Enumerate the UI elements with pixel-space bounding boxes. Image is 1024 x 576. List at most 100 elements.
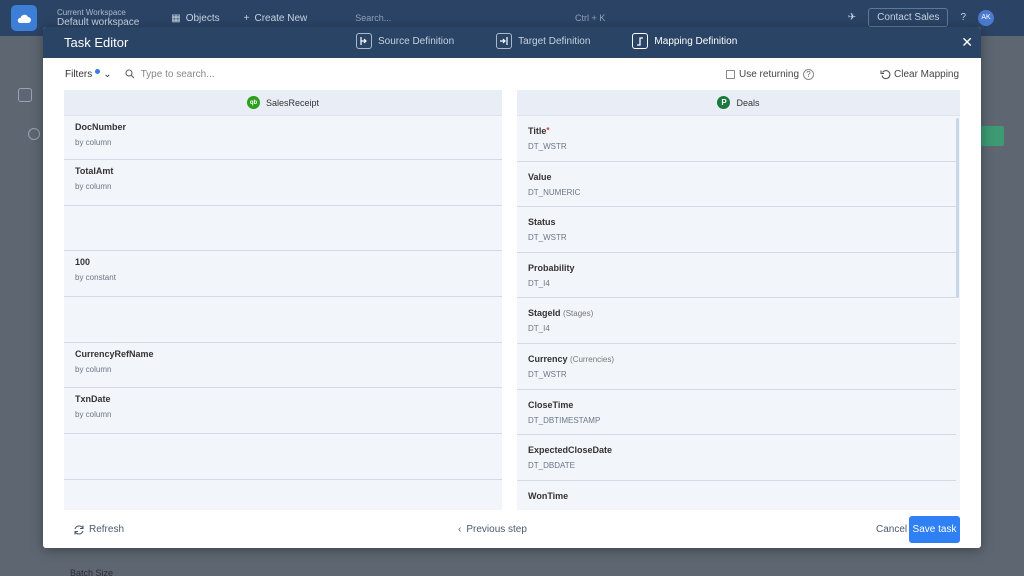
step-source-definition[interactable]: Source Definition [356,33,454,49]
target-row-name: Currency (Currencies) [528,353,615,364]
source-row[interactable]: DocNumber by column [64,116,502,160]
target-panel-title: Deals [736,97,760,108]
search-input[interactable]: Type to search... [141,69,215,80]
wizard-steps: Source Definition Target Definition Mapp… [356,33,737,49]
app-nav: ▦ Objects + Create New [171,13,307,24]
rocket-icon[interactable]: ✈ [848,12,856,23]
target-row-name: Title* [528,126,550,136]
source-row[interactable] [64,297,502,343]
source-row-name: TotalAmt [75,166,114,176]
refresh-button[interactable]: Refresh [73,524,124,536]
target-row-name: WonTime [528,490,569,501]
target-row-ref: (Currencies) [570,354,615,364]
refresh-label: Refresh [89,524,125,535]
source-row-desc: by column [75,410,112,420]
save-task-button[interactable]: Save task [909,516,960,543]
contact-sales-button[interactable]: Contact Sales [868,8,949,27]
cancel-button[interactable]: Cancel [876,524,907,535]
source-row[interactable]: CurrencyRefName by column [64,343,502,389]
filters-dropdown[interactable]: Filters ⌄ [65,68,112,80]
target-row[interactable]: WonTime [517,481,956,510]
target-row[interactable]: Currency (Currencies) DT_WSTR [517,344,956,390]
app-search-shortcut: Ctrl + K [575,13,606,23]
source-panel-title: SalesReceipt [265,97,320,108]
task-editor-modal: Task Editor Source Definition Target Def… [43,27,981,548]
target-row[interactable]: Probability DT_I4 [517,253,956,299]
undo-icon [880,69,891,79]
nav-create-new[interactable]: + Create New [244,13,308,24]
target-row-type: DT_DBDATE [528,461,575,471]
chevron-down-icon: ⌄ [103,68,112,80]
use-returning-label: Use returning [739,68,800,80]
app-logo[interactable] [11,5,37,31]
grid-icon: ▦ [171,12,181,24]
use-returning-checkbox[interactable] [726,69,735,79]
app-action-button[interactable] [980,126,1004,146]
target-row[interactable]: Title* DT_WSTR [517,116,956,162]
app-search[interactable]: Search... Ctrl + K [355,13,605,23]
target-row-name: ExpectedCloseDate [528,445,613,456]
step-target-definition[interactable]: Target Definition [496,33,590,49]
search-icon [125,69,135,79]
source-row-desc: by constant [75,273,116,283]
previous-step-button[interactable]: ‹ Previous step [458,524,527,535]
target-row[interactable]: ExpectedCloseDate DT_DBDATE [517,435,956,481]
step-label: Target Definition [518,35,591,47]
pin-icon[interactable] [18,88,32,102]
chevron-left-icon: ‹ [458,524,462,535]
source-row[interactable] [64,480,502,510]
source-row[interactable] [64,206,502,252]
source-panel: qb SalesReceipt DocNumber by column Tota… [64,90,502,510]
nav-objects[interactable]: ▦ Objects [171,13,219,24]
target-row-type: DT_WSTR [528,369,567,379]
filter-active-dot [95,68,101,74]
plus-icon: + [243,12,250,24]
scrollbar[interactable] [956,118,959,298]
target-rows: Title* DT_WSTR Value DT_NUMERIC Status D… [517,116,956,510]
help-icon[interactable]: ? [803,68,815,80]
source-row[interactable]: 100 by constant [64,251,502,298]
source-definition-icon [356,33,372,49]
target-row[interactable]: Value DT_NUMERIC [517,162,956,208]
source-row-desc: by column [75,138,112,147]
target-row-name: Value [528,171,552,182]
target-row[interactable]: CloseTime DT_DBTIMESTAMP [517,390,956,436]
target-row-name: CloseTime [528,399,574,410]
target-definition-icon [496,33,513,49]
source-row[interactable] [64,434,502,480]
target-row-type: DT_I4 [528,324,550,334]
modal-footer: Refresh ‹ Previous step Cancel Save task [43,511,981,548]
target-row-type: DT_WSTR [528,142,567,151]
target-row[interactable]: StageId (Stages) DT_I4 [517,298,956,344]
source-row-name: CurrencyRefName [75,348,154,359]
target-row-type: DT_NUMERIC [528,187,581,197]
clear-mapping-button[interactable]: Clear Mapping [880,69,959,80]
quickbooks-icon: qb [246,96,260,109]
search-box[interactable]: Type to search... [125,69,215,80]
source-row-name: 100 [75,257,91,268]
pipedrive-icon: P [717,96,731,109]
source-row-name: TxnDate [75,394,111,405]
target-panel: P Deals Title* DT_WSTR Value DT_NUMERIC … [517,90,960,510]
mapping-definition-icon [632,33,649,49]
previous-step-label: Previous step [466,524,527,535]
source-row[interactable]: TotalAmt by column [64,160,502,206]
step-label: Mapping Definition [654,35,738,47]
source-rows: DocNumber by column TotalAmt by column 1… [64,116,502,510]
clock-icon[interactable] [28,128,40,140]
modal-header: Task Editor Source Definition Target Def… [43,27,981,58]
close-icon[interactable]: ✕ [961,35,973,49]
use-returning[interactable]: Use returning ? [726,68,815,80]
workspace-selector[interactable]: Current Workspace Default workspace [57,8,139,28]
refresh-icon [74,524,84,535]
target-row[interactable]: Status DT_WSTR [517,207,956,253]
batch-size-label: Batch Size [70,568,114,576]
source-row[interactable]: TxnDate by column [64,388,502,435]
target-row-type: DT_WSTR [528,233,567,243]
help-icon[interactable]: ? [960,12,966,23]
avatar[interactable]: AK [978,9,994,26]
step-mapping-definition[interactable]: Mapping Definition [632,33,737,49]
filters-label: Filters [65,68,93,80]
target-row-type: DT_I4 [528,278,550,288]
mapping-toolbar: Filters ⌄ Type to search... Use returnin… [43,58,981,90]
